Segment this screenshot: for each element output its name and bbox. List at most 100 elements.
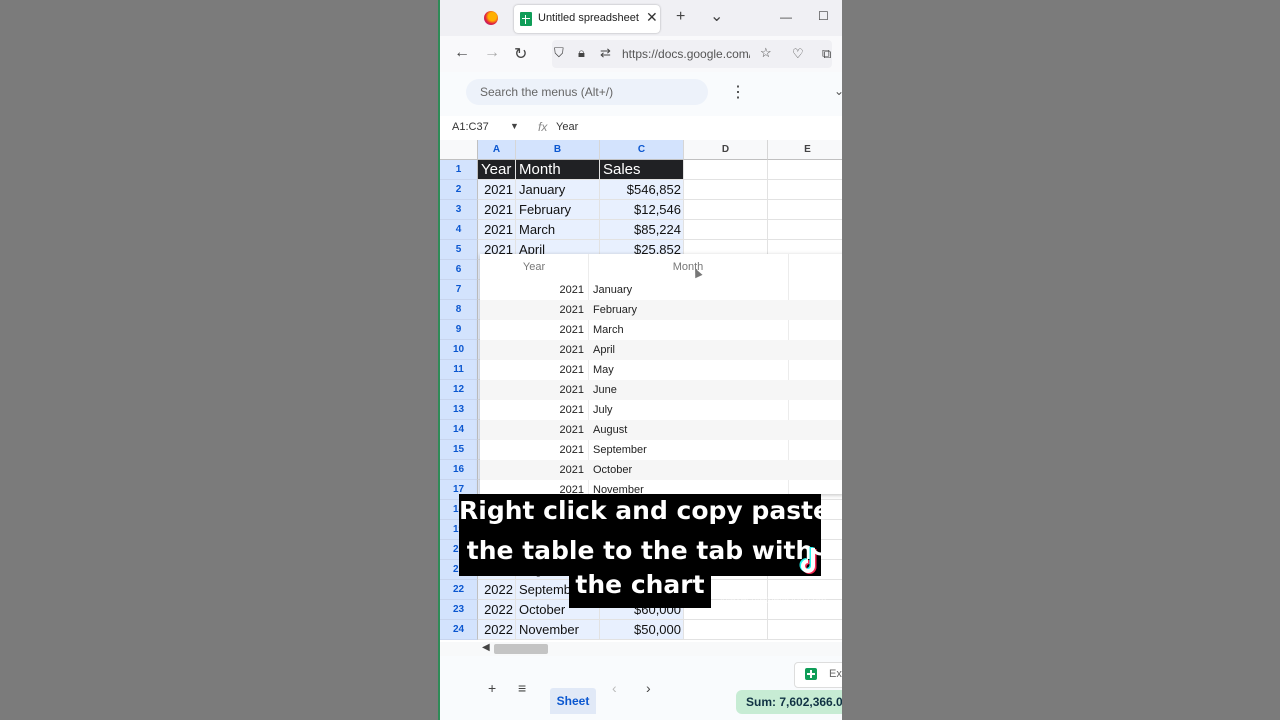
cell-empty[interactable]: [684, 160, 768, 180]
list-tabs-button[interactable]: ⌄: [710, 6, 723, 26]
preview-year: 2021: [559, 324, 584, 336]
preview-row: 2021 August: [480, 420, 842, 440]
preview-year: 2021: [559, 304, 584, 316]
preview-year: 2021: [559, 444, 584, 456]
pocket-icon[interactable]: ♡: [792, 46, 804, 62]
reload-icon[interactable]: ↻: [514, 44, 527, 64]
column-header-e[interactable]: E: [768, 140, 842, 160]
name-box-dropdown-icon[interactable]: ▼: [510, 121, 519, 131]
sheets-toolbar: Search the menus (Alt+/) ⋮ ⌄: [440, 72, 842, 116]
menu-search-box[interactable]: Search the menus (Alt+/): [466, 79, 708, 105]
cell-sales[interactable]: $85,224: [600, 220, 684, 240]
forward-icon[interactable]: →: [484, 44, 500, 62]
column-header-d[interactable]: D: [684, 140, 768, 160]
cell-year[interactable]: 2021: [478, 180, 516, 200]
add-sheet-button[interactable]: +: [488, 680, 496, 696]
cell-sales[interactable]: $50,000: [600, 620, 684, 640]
preview-month: July: [593, 404, 613, 416]
cell-empty[interactable]: [768, 200, 842, 220]
scrollbar-thumb[interactable]: [494, 644, 548, 654]
cell-empty[interactable]: [684, 620, 768, 640]
row-header[interactable]: 23: [440, 600, 478, 620]
row-header[interactable]: 5: [440, 240, 478, 260]
maximize-button[interactable]: ☐: [818, 9, 829, 23]
row-header[interactable]: 14: [440, 420, 478, 440]
browser-tab[interactable]: Untitled spreadsheet - Google Sheets ✕: [514, 5, 660, 33]
cell-year[interactable]: Year: [478, 160, 516, 180]
cell-month[interactable]: January: [516, 180, 600, 200]
minimize-button[interactable]: —: [780, 10, 792, 24]
cell-year[interactable]: 2022: [478, 600, 516, 620]
cell-empty[interactable]: [768, 180, 842, 200]
preview-year: 2021: [559, 404, 584, 416]
permissions-icon[interactable]: ⇄: [600, 45, 611, 61]
cell-empty[interactable]: [684, 220, 768, 240]
row-header[interactable]: 4: [440, 220, 478, 240]
url-bar[interactable]: ⛉ 🔒︎ ⇄ https://docs.google.com/spreadshe…: [552, 40, 832, 68]
formula-input[interactable]: Year: [556, 121, 578, 133]
firefox-icon[interactable]: [484, 11, 498, 25]
cell-year[interactable]: 2022: [478, 580, 516, 600]
row-header[interactable]: 8: [440, 300, 478, 320]
lock-icon[interactable]: 🔒︎: [578, 45, 585, 61]
extensions-icon[interactable]: ⧉: [822, 46, 831, 62]
cell-year[interactable]: 2021: [478, 220, 516, 240]
scroll-tabs-right-icon[interactable]: ›: [646, 680, 651, 696]
row-header[interactable]: 24: [440, 620, 478, 640]
url-text[interactable]: https://docs.google.com/spreadsheets: [622, 47, 750, 61]
column-header-b[interactable]: B: [516, 140, 600, 160]
name-box[interactable]: A1:C37: [452, 121, 489, 133]
cell-empty[interactable]: [684, 180, 768, 200]
cell-month[interactable]: November: [516, 620, 600, 640]
scroll-tabs-left-icon[interactable]: ‹: [612, 680, 617, 696]
back-icon[interactable]: ←: [454, 44, 470, 62]
sheet-tab[interactable]: Sheet: [550, 688, 596, 714]
row-header[interactable]: 9: [440, 320, 478, 340]
row-header[interactable]: 2: [440, 180, 478, 200]
cell-empty[interactable]: [768, 160, 842, 180]
cell-month[interactable]: March: [516, 220, 600, 240]
cell-month[interactable]: February: [516, 200, 600, 220]
cell-empty[interactable]: [684, 200, 768, 220]
cell-year[interactable]: 2021: [478, 200, 516, 220]
bookmark-star-icon[interactable]: ☆: [760, 45, 772, 61]
cell-empty[interactable]: [768, 620, 842, 640]
close-tab-icon[interactable]: ✕: [646, 9, 658, 26]
column-header-c[interactable]: C: [600, 140, 684, 160]
cell-empty[interactable]: [768, 220, 842, 240]
sum-chip[interactable]: Sum: 7,602,366.00: [736, 690, 842, 714]
chevron-down-icon[interactable]: ⌄: [834, 84, 842, 98]
row-header[interactable]: 1: [440, 160, 478, 180]
cell-month[interactable]: Month: [516, 160, 600, 180]
row-header[interactable]: 13: [440, 400, 478, 420]
scroll-left-icon[interactable]: ◀: [482, 642, 490, 653]
caption-line-1: Right click and copy paste: [459, 494, 830, 530]
row-header[interactable]: 11: [440, 360, 478, 380]
row-header[interactable]: 15: [440, 440, 478, 460]
row-header[interactable]: 3: [440, 200, 478, 220]
column-header-a[interactable]: A: [478, 140, 516, 160]
cell-year[interactable]: 2022: [478, 620, 516, 640]
more-options-icon[interactable]: ⋮: [730, 82, 746, 102]
row-header[interactable]: 22: [440, 580, 478, 600]
row-header[interactable]: 7: [440, 280, 478, 300]
shield-icon[interactable]: ⛉: [554, 45, 564, 61]
preview-month: March: [593, 324, 624, 336]
menu-search-placeholder: Search the menus (Alt+/): [480, 85, 614, 99]
preview-row: 2021 June: [480, 380, 842, 400]
row-header[interactable]: 16: [440, 460, 478, 480]
explore-button[interactable]: Explore: [794, 662, 842, 688]
row-header[interactable]: 12: [440, 380, 478, 400]
cell-sales[interactable]: $12,546: [600, 200, 684, 220]
row-header[interactable]: 10: [440, 340, 478, 360]
cell-sales[interactable]: Sales: [600, 160, 684, 180]
select-all-corner[interactable]: [440, 140, 478, 160]
row-header[interactable]: 6: [440, 260, 478, 280]
all-sheets-menu-icon[interactable]: ≡: [518, 680, 526, 696]
cell-sales[interactable]: $546,852: [600, 180, 684, 200]
preview-year: 2021: [559, 484, 584, 494]
horizontal-scrollbar[interactable]: ◀: [440, 642, 842, 656]
preview-row: 2021 April: [480, 340, 842, 360]
preview-row: 2021 July: [480, 400, 842, 420]
new-tab-button[interactable]: +: [676, 8, 685, 26]
